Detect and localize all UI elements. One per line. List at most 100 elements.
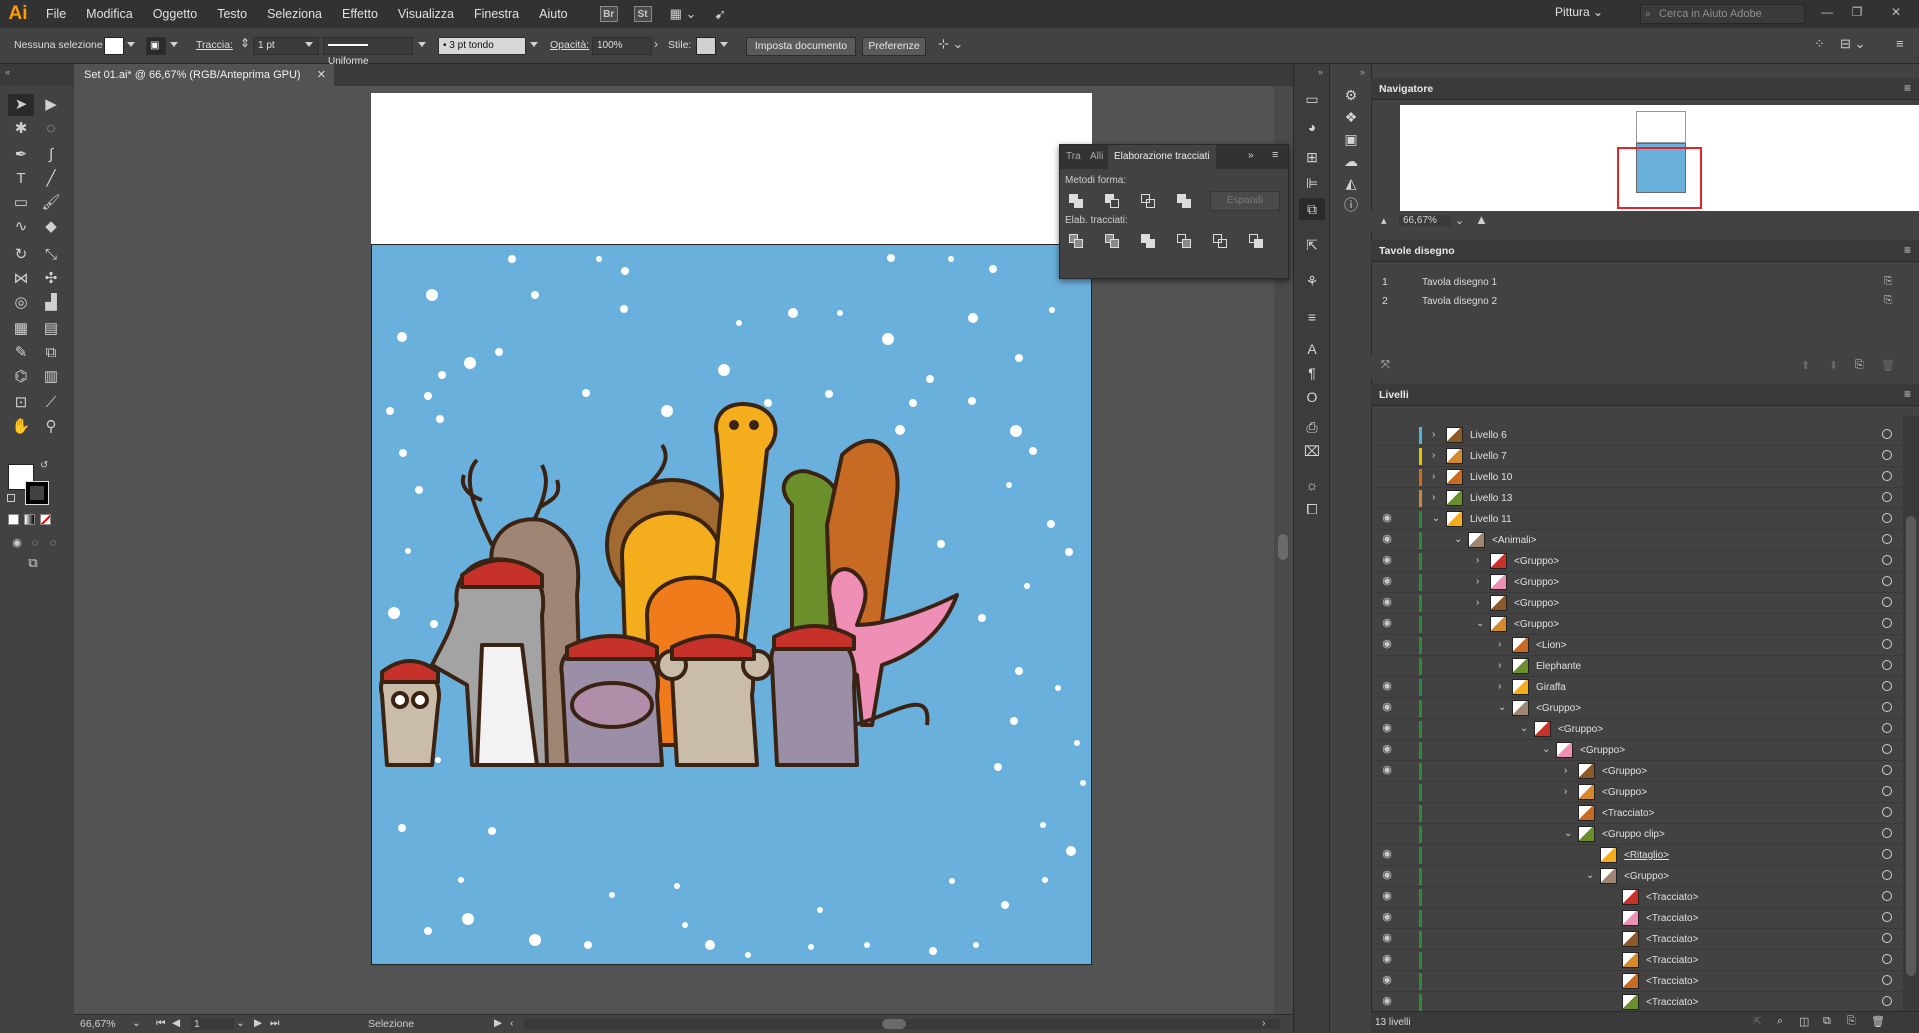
delete-artboard-icon[interactable]: 🗑 — [1881, 359, 1895, 372]
symbols-panel-icon[interactable]: ❖ — [1338, 106, 1364, 128]
target-circle-icon[interactable] — [1882, 912, 1892, 922]
draw-inside-icon[interactable]: ◌ — [40, 532, 66, 554]
brush-select[interactable]: • 3 pt tondo — [438, 37, 526, 55]
opentype-panel-icon[interactable]: O — [1299, 386, 1325, 408]
target-circle-icon[interactable] — [1882, 891, 1892, 901]
layer-row[interactable]: › Livello 7 — [1376, 446, 1904, 467]
selection-tool-icon[interactable]: ➤ — [8, 94, 34, 116]
symbol-sprayer-tool-icon[interactable]: ⌬ — [8, 366, 34, 388]
menu-visualizza[interactable]: Visualizza — [388, 0, 464, 28]
visibility-eye-icon[interactable] — [1380, 449, 1394, 461]
target-circle-icon[interactable] — [1882, 429, 1892, 439]
expand-arrow-icon[interactable] — [1586, 848, 1596, 862]
first-artboard-icon[interactable]: ⏮ — [156, 1017, 165, 1030]
move-down-icon[interactable]: ⬇ — [1829, 359, 1838, 372]
transform-panel-icon[interactable]: ⊞ — [1299, 146, 1325, 168]
divide-icon[interactable] — [1066, 231, 1088, 251]
none-mode-icon[interactable] — [40, 514, 51, 525]
artboards-menu-icon[interactable]: ≡ — [1904, 243, 1911, 257]
menu-effetto[interactable]: Effetto — [332, 0, 388, 28]
lasso-tool-icon[interactable]: ◌ — [38, 118, 64, 140]
minus-back-icon[interactable] — [1246, 231, 1268, 251]
stroke-dropdown-icon[interactable] — [170, 42, 178, 47]
expand-arrow-icon[interactable]: ⌄ — [1476, 617, 1486, 631]
zoom-in-icon[interactable]: ▲ — [1475, 212, 1488, 227]
layer-row[interactable]: ◉ › Giraffa — [1376, 677, 1904, 698]
expand-arrow-icon[interactable]: › — [1476, 596, 1486, 610]
expand-arrow-icon[interactable] — [1608, 890, 1618, 904]
layer-row[interactable]: › Livello 10 — [1376, 467, 1904, 488]
help-search-input[interactable]: ⌕ Cerca in Aiuto Adobe — [1640, 4, 1805, 24]
layers-menu-icon[interactable]: ≡ — [1904, 387, 1911, 401]
expand-arrow-icon[interactable] — [1608, 953, 1618, 967]
menu-finestra[interactable]: Finestra — [464, 0, 529, 28]
layer-row[interactable]: ◉ ⌄ <Gruppo> — [1376, 740, 1904, 761]
color-panel-icon[interactable]: ▭ — [1299, 88, 1325, 110]
visibility-eye-icon[interactable]: ◉ — [1380, 995, 1394, 1007]
preferences-button[interactable]: Preferenze — [862, 37, 926, 56]
type-tool-icon[interactable]: T — [8, 168, 34, 190]
pathfinder-panel-icon[interactable]: ⧉ — [1299, 198, 1325, 220]
target-circle-icon[interactable] — [1882, 807, 1892, 817]
menu-modifica[interactable]: Modifica — [76, 0, 143, 28]
visibility-eye-icon[interactable] — [1380, 659, 1394, 671]
export-panel-icon[interactable]: ⇱ — [1299, 234, 1325, 256]
last-artboard-icon[interactable]: ⏭ — [270, 1017, 279, 1030]
visibility-eye-icon[interactable] — [1380, 470, 1394, 482]
target-circle-icon[interactable] — [1882, 954, 1892, 964]
zoom-dropdown-icon[interactable]: ⌄ — [132, 1017, 141, 1029]
pen-tool-icon[interactable]: ✒ — [8, 144, 34, 166]
graphic-style-swatch[interactable] — [696, 37, 716, 55]
panel-options-icon[interactable]: ⊟ ⌄ — [1840, 36, 1865, 52]
menu-testo[interactable]: Testo — [207, 0, 257, 28]
unite-icon[interactable] — [1066, 191, 1088, 211]
target-circle-icon[interactable] — [1882, 744, 1892, 754]
minus-front-icon[interactable] — [1102, 191, 1124, 211]
collapse-toolbar-icon[interactable]: « — [5, 67, 10, 77]
expand-arrow-icon[interactable]: › — [1432, 428, 1442, 442]
width-tool-icon[interactable]: ⋈ — [8, 268, 34, 290]
menu-seleziona[interactable]: Seleziona — [257, 0, 332, 28]
export-layers-icon[interactable]: ⇱ — [1753, 1015, 1762, 1028]
layer-row[interactable]: ◉ ⌄ Livello 11 — [1376, 509, 1904, 530]
visibility-eye-icon[interactable]: ◉ — [1380, 512, 1394, 524]
visibility-eye-icon[interactable]: ◉ — [1380, 869, 1394, 881]
artboard-options-icon[interactable]: ⎘ — [1884, 294, 1892, 307]
default-colors-icon[interactable] — [7, 494, 15, 502]
character-panel-icon[interactable]: A — [1299, 338, 1325, 360]
hand-tool-icon[interactable]: ✋ — [8, 416, 34, 438]
blend-tool-icon[interactable]: ⧉ — [38, 342, 64, 364]
layer-row[interactable]: › Elephante — [1376, 656, 1904, 677]
graph-tool-icon[interactable]: ▥ — [38, 366, 64, 388]
gradient-mode-icon[interactable] — [24, 514, 35, 525]
expand-arrow-icon[interactable]: › — [1476, 575, 1486, 589]
prev-artboard-icon[interactable]: ◀ — [172, 1017, 180, 1029]
artboard-tool-icon[interactable]: ⊡ — [8, 392, 34, 414]
layer-row[interactable]: ◉ ⌄ <Gruppo> — [1376, 698, 1904, 719]
target-circle-icon[interactable] — [1882, 996, 1892, 1006]
visibility-eye-icon[interactable]: ◉ — [1380, 701, 1394, 713]
navigator-view-box[interactable] — [1617, 147, 1702, 209]
expand-arrow-icon[interactable] — [1608, 974, 1618, 988]
zoom-out-icon[interactable]: ▴ — [1381, 214, 1387, 227]
visibility-eye-icon[interactable]: ◉ — [1380, 974, 1394, 986]
layer-row[interactable]: ◉ <Ritaglio> — [1376, 845, 1904, 866]
navigator-menu-icon[interactable]: ≡ — [1904, 81, 1911, 95]
visibility-eye-icon[interactable]: ◉ — [1380, 596, 1394, 608]
delete-layer-icon[interactable]: 🗑 — [1871, 1015, 1885, 1028]
artboard-dropdown-icon[interactable]: ⌄ — [236, 1017, 245, 1029]
rectangle-tool-icon[interactable]: ▭ — [8, 192, 34, 214]
target-circle-icon[interactable] — [1882, 576, 1892, 586]
layer-row[interactable]: › <Gruppo> — [1376, 782, 1904, 803]
menu-oggetto[interactable]: Oggetto — [143, 0, 207, 28]
expand-arrow-icon[interactable] — [1608, 995, 1618, 1009]
artboard-number-field[interactable]: 1 — [190, 1018, 234, 1030]
minimize-button[interactable]: — — [1816, 2, 1838, 22]
menu-file[interactable]: File — [36, 0, 76, 28]
layer-row[interactable]: ◉ › <Gruppo> — [1376, 761, 1904, 782]
visibility-eye-icon[interactable]: ◉ — [1380, 911, 1394, 923]
layers-scroll-thumb[interactable] — [1906, 516, 1916, 976]
info-panel-icon[interactable]: ⓘ — [1338, 194, 1364, 216]
tab-transform[interactable]: Tra — [1060, 145, 1087, 169]
arrange-icon[interactable]: ⁘ — [1814, 36, 1825, 52]
